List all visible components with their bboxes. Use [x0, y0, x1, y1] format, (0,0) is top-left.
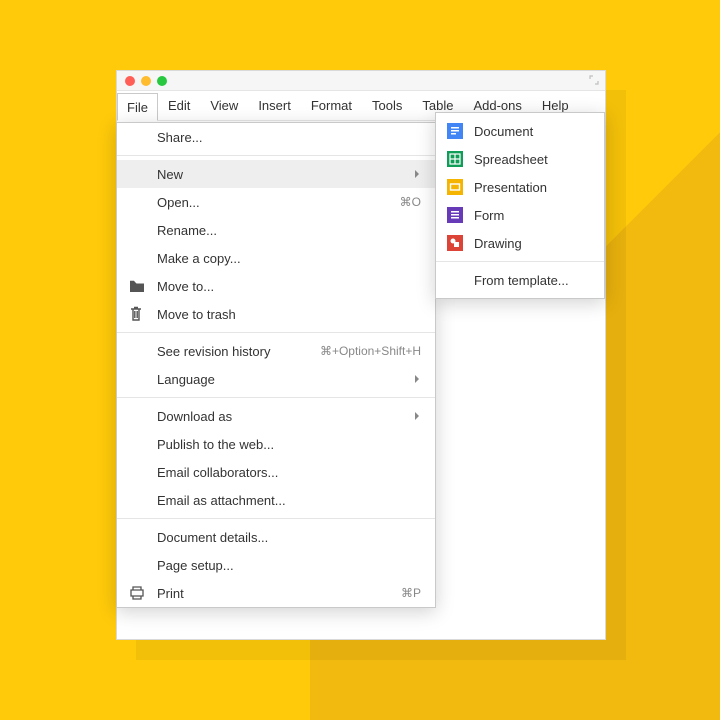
menu-item-language[interactable]: Language: [117, 365, 435, 393]
submenu-arrow-icon: [415, 375, 423, 383]
close-window-button[interactable]: [125, 76, 135, 86]
menu-item-email-collaborators[interactable]: Email collaborators...: [117, 458, 435, 486]
submenu-item-drawing[interactable]: Drawing: [436, 229, 604, 257]
submenu-item-from-template[interactable]: From template...: [436, 266, 604, 294]
docs-icon: [447, 123, 463, 139]
shortcut-text: ⌘P: [401, 586, 421, 600]
menu-item-open[interactable]: Open... ⌘O: [117, 188, 435, 216]
app-window: File Edit View Insert Format Tools Table…: [116, 70, 606, 640]
menu-item-page-setup[interactable]: Page setup...: [117, 551, 435, 579]
menu-item-share[interactable]: Share...: [117, 123, 435, 151]
menu-item-make-copy[interactable]: Make a copy...: [117, 244, 435, 272]
menu-file[interactable]: File: [117, 93, 158, 121]
menu-item-document-details[interactable]: Document details...: [117, 523, 435, 551]
menu-item-publish[interactable]: Publish to the web...: [117, 430, 435, 458]
drawings-icon: [447, 235, 463, 251]
submenu-item-spreadsheet[interactable]: Spreadsheet: [436, 145, 604, 173]
menu-separator: [117, 397, 435, 398]
slides-icon: [447, 179, 463, 195]
menu-item-new[interactable]: New: [117, 160, 435, 188]
titlebar: [117, 71, 605, 91]
fullscreen-icon[interactable]: [589, 75, 599, 88]
menu-separator: [117, 332, 435, 333]
minimize-window-button[interactable]: [141, 76, 151, 86]
submenu-item-presentation[interactable]: Presentation: [436, 173, 604, 201]
menu-separator: [117, 155, 435, 156]
shortcut-text: ⌘+Option+Shift+H: [320, 344, 421, 358]
menu-item-revision-history[interactable]: See revision history ⌘+Option+Shift+H: [117, 337, 435, 365]
menu-view[interactable]: View: [200, 91, 248, 120]
menu-item-trash[interactable]: Move to trash: [117, 300, 435, 328]
menu-item-rename[interactable]: Rename...: [117, 216, 435, 244]
menu-item-print[interactable]: Print ⌘P: [117, 579, 435, 607]
sheets-icon: [447, 151, 463, 167]
traffic-lights: [125, 76, 167, 86]
menu-item-email-attachment[interactable]: Email as attachment...: [117, 486, 435, 514]
menu-item-move-to[interactable]: Move to...: [117, 272, 435, 300]
shortcut-text: ⌘O: [400, 195, 421, 209]
submenu-item-form[interactable]: Form: [436, 201, 604, 229]
menu-item-download[interactable]: Download as: [117, 402, 435, 430]
folder-icon: [129, 279, 145, 293]
forms-icon: [447, 207, 463, 223]
print-icon: [129, 586, 145, 600]
menu-separator: [117, 518, 435, 519]
menu-tools[interactable]: Tools: [362, 91, 412, 120]
submenu-arrow-icon: [415, 412, 423, 420]
submenu-arrow-icon: [415, 170, 423, 178]
file-dropdown: Share... New Open... ⌘O Rename... Make a…: [116, 122, 436, 608]
menu-separator: [436, 261, 604, 262]
menu-format[interactable]: Format: [301, 91, 362, 120]
submenu-item-document[interactable]: Document: [436, 117, 604, 145]
menu-edit[interactable]: Edit: [158, 91, 200, 120]
trash-icon: [129, 306, 143, 322]
new-submenu: Document Spreadsheet Presentation Form D…: [435, 112, 605, 299]
maximize-window-button[interactable]: [157, 76, 167, 86]
menu-insert[interactable]: Insert: [248, 91, 301, 120]
